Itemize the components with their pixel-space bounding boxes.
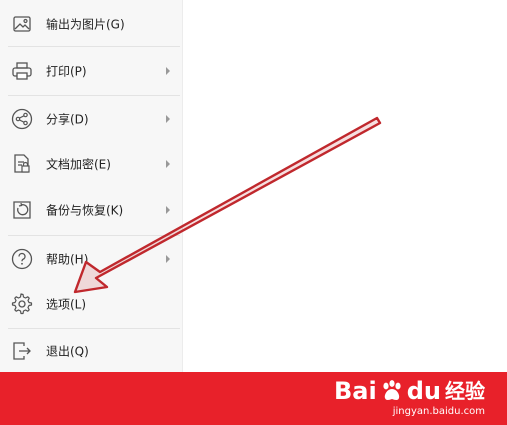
help-icon <box>11 248 33 270</box>
menu-item-encrypt[interactable]: 文档加密(E) <box>0 145 182 183</box>
chevron-right-icon <box>166 67 170 75</box>
baidu-logo: Bai du 经验 <box>334 377 485 405</box>
menu-item-exit[interactable]: 退出(Q) <box>0 332 182 370</box>
menu-item-label: 分享(D) <box>46 112 89 127</box>
exit-icon <box>11 340 33 362</box>
menu-item-export-image[interactable]: 输出为图片(G) <box>0 5 182 43</box>
menu-item-print[interactable]: 打印(P) <box>0 52 182 90</box>
menu-item-label: 文档加密(E) <box>46 157 111 172</box>
menu-item-label: 备份与恢复(K) <box>46 203 124 218</box>
file-menu-panel: 输出为图片(G) 打印(P) 分享(D) 文档加密(E) 备份与恢复(K) 帮助… <box>0 0 183 372</box>
menu-item-backup[interactable]: 备份与恢复(K) <box>0 191 182 229</box>
menu-item-help[interactable]: 帮助(H) <box>0 240 182 278</box>
chevron-right-icon <box>166 160 170 168</box>
printer-icon <box>11 60 33 82</box>
menu-item-label: 退出(Q) <box>46 344 89 359</box>
menu-item-label: 打印(P) <box>46 64 87 79</box>
share-icon <box>11 108 33 130</box>
menu-item-label: 帮助(H) <box>46 252 89 267</box>
menu-item-share[interactable]: 分享(D) <box>0 100 182 138</box>
menu-divider <box>8 95 180 96</box>
chevron-right-icon <box>166 206 170 214</box>
paw-icon <box>383 380 401 400</box>
gear-icon <box>11 293 33 315</box>
chevron-right-icon <box>166 115 170 123</box>
backup-restore-icon <box>11 199 33 221</box>
menu-divider <box>8 235 180 236</box>
watermark-url: jingyan.baidu.com <box>392 406 485 417</box>
baidu-jingyan-watermark: Bai du 经验 jingyan.baidu.com <box>334 378 485 417</box>
menu-divider <box>8 328 180 329</box>
export-image-icon <box>11 13 33 35</box>
chevron-right-icon <box>166 255 170 263</box>
menu-item-label: 选项(L) <box>46 297 87 312</box>
menu-divider <box>8 46 180 47</box>
menu-item-label: 输出为图片(G) <box>46 17 125 32</box>
menu-item-options[interactable]: 选项(L) <box>0 285 182 323</box>
document-encrypt-icon <box>11 153 33 175</box>
